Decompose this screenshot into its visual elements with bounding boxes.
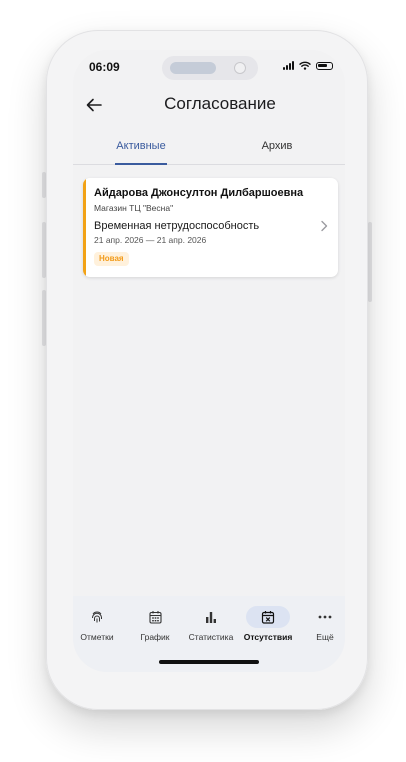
absence-dates: 21 апр. 2026 — 21 апр. 2026 (94, 235, 207, 245)
home-indicator[interactable] (159, 660, 259, 664)
tab-bar: Активные Архив (73, 130, 345, 165)
bottom-nav: Отметки График Статистика Отсутствия Ещё (73, 596, 345, 672)
nav-label-more: Ещё (316, 632, 334, 642)
status-badge: Новая (94, 252, 129, 266)
store-name: Магазин ТЦ "Весна" (94, 203, 174, 213)
status-icons (283, 61, 333, 70)
wifi-icon (299, 61, 311, 70)
signal-icon (283, 61, 294, 70)
nav-item-more[interactable]: Ещё (299, 606, 345, 642)
nav-item-schedule[interactable]: График (129, 606, 181, 642)
nav-label-absences: Отсутствия (243, 632, 293, 642)
nav-label-statistics: Статистика (188, 632, 234, 642)
nav-item-statistics[interactable]: Статистика (185, 606, 237, 642)
tab-archive[interactable]: Архив (209, 130, 345, 164)
screen: 06:09 Согласование Активные Архив Айдаро… (73, 50, 345, 672)
camera-icon (234, 62, 246, 74)
absence-type: Временная нетрудоспособность (94, 220, 260, 232)
chevron-right-icon (321, 220, 328, 232)
page-title-wrap: Согласование (73, 94, 345, 114)
nav-label-marks: Отметки (80, 632, 114, 642)
navicon-wrap (189, 606, 233, 628)
phone-power-button (368, 222, 372, 302)
more-icon (318, 615, 332, 619)
fingerprint-icon (91, 611, 102, 623)
nav-item-absences[interactable]: Отсутствия (242, 606, 294, 642)
page-title: Согласование (164, 94, 276, 113)
status-time: 06:09 (89, 60, 120, 74)
nav-label-schedule: График (140, 632, 170, 642)
navicon-wrap (303, 606, 345, 628)
nav-item-marks[interactable]: Отметки (73, 606, 123, 642)
bar-chart-icon (206, 612, 216, 623)
navicon-wrap (133, 606, 177, 628)
battery-icon (316, 61, 333, 70)
request-card[interactable]: Айдарова Джонсултон Дилбаршоевна Магазин… (83, 178, 338, 277)
card-status-stripe (83, 178, 86, 277)
calendar-icon (148, 611, 162, 624)
tab-active[interactable]: Активные (73, 130, 209, 165)
status-bar: 06:09 (73, 50, 345, 88)
dynamic-island (162, 56, 258, 80)
island-pill (170, 62, 216, 74)
calendar-x-icon (261, 611, 275, 624)
navicon-wrap (75, 606, 119, 628)
app-bar: Согласование (73, 88, 345, 124)
employee-name: Айдарова Джонсултон Дилбаршоевна (94, 187, 304, 199)
navicon-wrap (246, 606, 290, 628)
